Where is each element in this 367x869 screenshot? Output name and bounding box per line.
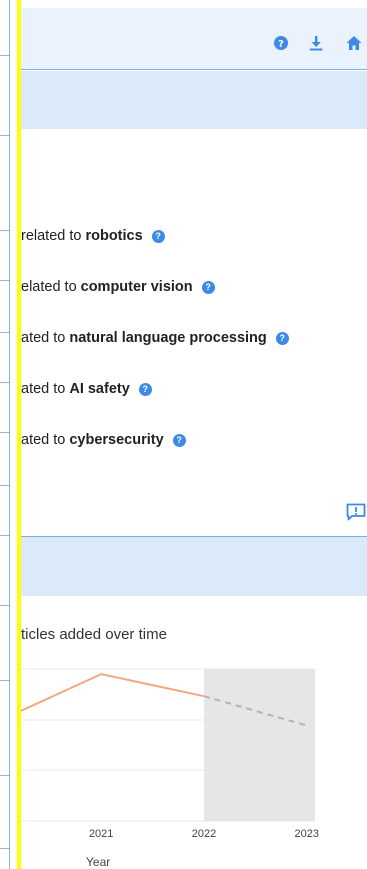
help-icon[interactable]: ? [172, 433, 186, 447]
topic-item: ated to natural language processing ? [21, 328, 289, 348]
panel-divider [0, 230, 10, 231]
panel-divider [0, 485, 10, 486]
highlight-strip [17, 0, 21, 869]
topic-name: cybersecurity [69, 432, 164, 448]
topic-prefix: ated to [21, 381, 66, 397]
panel-divider [0, 775, 10, 776]
topic-name: AI safety [69, 381, 130, 397]
series-line [21, 673, 205, 712]
topic-item: ated to cybersecurity ? [21, 430, 186, 450]
panel-divider [0, 535, 10, 536]
panel-divider [0, 280, 10, 281]
topic-item: ated to AI safety ? [21, 379, 152, 399]
home-icon[interactable] [346, 35, 362, 51]
topic-prefix: ated to [21, 330, 66, 346]
topic-name: computer vision [80, 279, 193, 295]
x-tick-label: 2021 [89, 828, 113, 840]
x-tick-label: 2023 [295, 828, 319, 840]
panel-divider [0, 605, 10, 606]
download-icon[interactable] [308, 35, 324, 51]
projection-shade [203, 669, 315, 821]
panel-divider [0, 332, 10, 333]
articles-over-time-chart: 2021 2022 2023 [21, 668, 319, 840]
section-band [21, 71, 367, 129]
topic-prefix: elated to [21, 279, 77, 295]
page: ? related to robotics ? elated to comput… [0, 0, 367, 869]
topic-item: related to robotics ? [21, 226, 165, 246]
chart-title: ticles added over time [21, 626, 167, 643]
question-circle-icon[interactable]: ? [273, 35, 289, 51]
header-bar: ? [21, 8, 367, 70]
section-band [21, 537, 367, 596]
topic-prefix: related to [21, 228, 82, 244]
panel-divider [0, 382, 10, 383]
topic-name: natural language processing [69, 330, 267, 346]
feedback-icon[interactable] [346, 503, 366, 521]
x-axis-label: Year [86, 855, 111, 869]
panel-divider [0, 55, 10, 56]
help-icon[interactable]: ? [151, 229, 165, 243]
panel-divider [0, 848, 10, 849]
help-icon[interactable]: ? [201, 280, 215, 294]
help-icon[interactable]: ? [275, 331, 289, 345]
svg-text:?: ? [278, 39, 284, 50]
panel-divider [0, 432, 10, 433]
x-tick-label: 2022 [192, 828, 216, 840]
panel-divider [0, 135, 10, 136]
topic-item: elated to computer vision ? [21, 277, 215, 297]
help-icon[interactable]: ? [138, 382, 152, 396]
panel-divider [0, 680, 10, 681]
x-tick-labels: 2021 2022 2023 [89, 828, 319, 840]
topic-prefix: ated to [21, 432, 66, 448]
topic-name: robotics [85, 228, 143, 244]
left-panel-edge [0, 0, 10, 869]
